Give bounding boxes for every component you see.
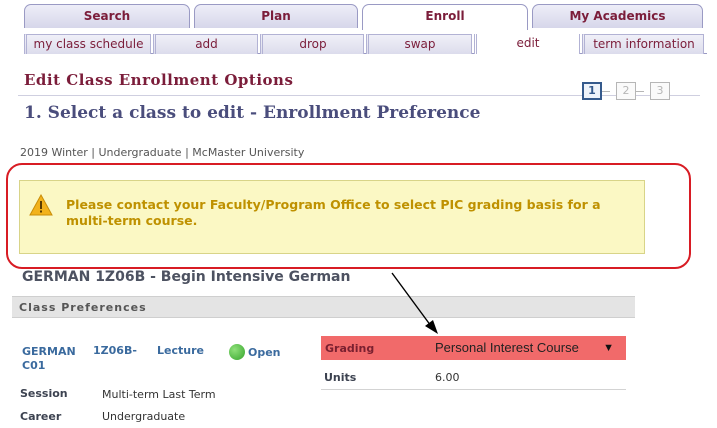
annotation-arrow bbox=[391, 272, 438, 334]
